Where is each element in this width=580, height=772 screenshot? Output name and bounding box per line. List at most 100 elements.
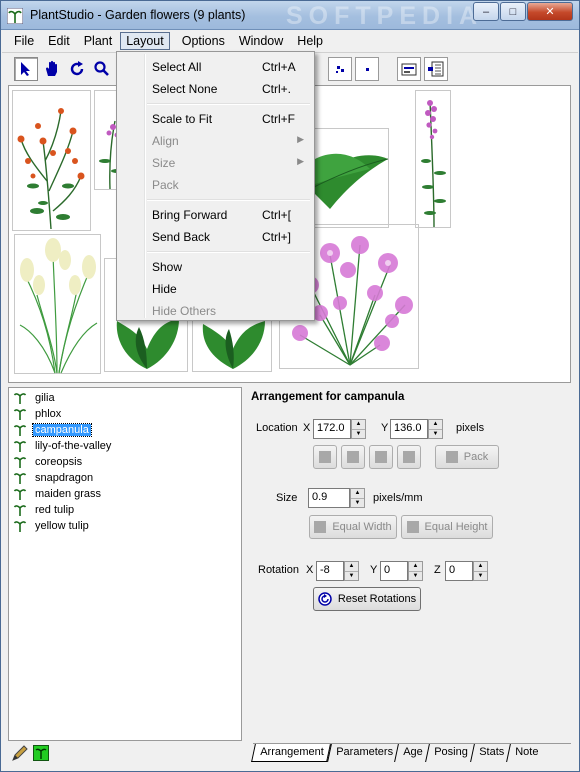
rotation-y-field[interactable]: 0 ▲ ▼ — [380, 561, 423, 581]
layout-menu-item-hide[interactable]: Hide — [119, 278, 312, 300]
plant-list-item[interactable]: phlox — [11, 406, 240, 422]
plant-list-item[interactable]: yellow tulip — [11, 518, 240, 534]
spin-up-icon[interactable]: ▲ — [352, 420, 365, 430]
minimize-button[interactable]: – — [473, 2, 499, 21]
close-icon: ✕ — [545, 6, 555, 18]
plant-icon — [13, 409, 27, 420]
tab-note[interactable]: Note — [505, 744, 544, 762]
pack-button[interactable]: Pack — [435, 445, 499, 469]
spin-down-icon[interactable]: ▼ — [474, 572, 487, 581]
pack-icon — [445, 451, 458, 463]
rotation-y-label: Y — [370, 564, 378, 576]
location-x-value: 172.0 — [317, 422, 345, 434]
layout-menu-item-hide-others[interactable]: Hide Others — [119, 300, 312, 322]
size-field[interactable]: 0.9 ▲ ▼ — [308, 488, 365, 508]
menu-options[interactable]: Options — [176, 32, 231, 50]
spin-down-icon[interactable]: ▼ — [409, 572, 422, 581]
spin-down-icon[interactable]: ▼ — [429, 430, 442, 439]
plant-list-item[interactable]: lily-of-the-valley — [11, 438, 240, 454]
plant-list-item[interactable]: coreopsis — [11, 454, 240, 470]
plant-list-item[interactable]: red tulip — [11, 502, 240, 518]
hand-tool-button[interactable] — [40, 57, 64, 81]
plantstudio-app-icon — [7, 8, 23, 24]
plant-list-item[interactable]: campanula — [11, 422, 240, 438]
rotation-x-spinner[interactable]: ▲ ▼ — [344, 561, 359, 581]
align-bottom-button[interactable] — [341, 445, 365, 469]
spin-up-icon[interactable]: ▲ — [345, 562, 358, 572]
view-small-button[interactable] — [328, 57, 352, 81]
reset-rotations-button[interactable]: Reset Rotations — [313, 587, 421, 611]
menu-separator — [147, 251, 310, 253]
menu-plant[interactable]: Plant — [78, 32, 119, 50]
tab-parameters[interactable]: Parameters — [326, 744, 399, 762]
layout-menu-item-show[interactable]: Show — [119, 256, 312, 278]
select-tool-button[interactable] — [14, 57, 38, 81]
plant-list-item[interactable]: snapdragon — [11, 470, 240, 486]
spin-down-icon[interactable]: ▼ — [352, 430, 365, 439]
plant-list-item[interactable]: maiden grass — [11, 486, 240, 502]
pencil-icon[interactable] — [11, 744, 29, 762]
plant-list-label: maiden grass — [35, 488, 102, 500]
tab-posing[interactable]: Posing — [425, 744, 474, 762]
menu-file[interactable]: File — [8, 32, 40, 50]
list-view-button[interactable] — [424, 57, 448, 81]
align-right-button[interactable] — [397, 445, 421, 469]
rotate-tool-button[interactable] — [65, 57, 89, 81]
equal-width-button[interactable]: Equal Width — [309, 515, 397, 539]
spin-up-icon[interactable]: ▲ — [351, 489, 364, 499]
menu-edit[interactable]: Edit — [42, 32, 76, 50]
layout-menu-item-scale-to-fit[interactable]: Scale to Fit Ctrl+F — [119, 108, 312, 130]
spin-up-icon[interactable]: ▲ — [429, 420, 442, 430]
tab-age[interactable]: Age — [394, 744, 429, 762]
layout-menu-item-size[interactable]: Size ▶ — [119, 152, 312, 174]
layout-menu-item-bring-forward[interactable]: Bring Forward Ctrl+[ — [119, 204, 312, 226]
spin-down-icon[interactable]: ▼ — [345, 572, 358, 581]
layout-menu-item-send-back[interactable]: Send Back Ctrl+] — [119, 226, 312, 248]
equal-height-button[interactable]: Equal Height — [401, 515, 493, 539]
size-spinner[interactable]: ▲ ▼ — [350, 488, 365, 508]
layout-menu-item-pack[interactable]: Pack — [119, 174, 312, 196]
align-left-button[interactable] — [369, 445, 393, 469]
list-view-icon — [428, 61, 444, 77]
rotation-z-spinner[interactable]: ▲ ▼ — [473, 561, 488, 581]
spin-up-icon[interactable]: ▲ — [409, 562, 422, 572]
spin-up-icon[interactable]: ▲ — [474, 562, 487, 572]
spin-down-icon[interactable]: ▼ — [351, 499, 364, 508]
align-top-button[interactable] — [313, 445, 337, 469]
plant-drawing-snapdragon[interactable] — [415, 90, 451, 228]
rotation-z-field[interactable]: 0 ▲ ▼ — [445, 561, 488, 581]
menu-window[interactable]: Window — [233, 32, 289, 50]
view-single-button[interactable] — [355, 57, 379, 81]
rotation-x-field[interactable]: -8 ▲ ▼ — [316, 561, 359, 581]
location-y-spinner[interactable]: ▲ ▼ — [428, 419, 443, 439]
close-button[interactable]: ✕ — [527, 2, 573, 21]
menu-layout[interactable]: Layout — [120, 31, 170, 50]
maximize-button[interactable]: □ — [500, 2, 526, 21]
title-bar[interactable]: PlantStudio - Garden flowers (9 plants) … — [1, 1, 579, 30]
plant-drawing-lily-of-the-valley[interactable] — [309, 128, 389, 228]
plant-drawing-maiden-grass[interactable] — [14, 234, 101, 374]
location-y-field[interactable]: 136.0 ▲ ▼ — [390, 419, 443, 439]
location-x-spinner[interactable]: ▲ ▼ — [351, 419, 366, 439]
tab-stats[interactable]: Stats — [469, 744, 510, 762]
panel-view-button[interactable] — [397, 57, 421, 81]
location-x-field[interactable]: 172.0 ▲ ▼ — [313, 419, 366, 439]
menu-help[interactable]: Help — [291, 32, 329, 50]
plant-list-item[interactable]: gilia — [11, 390, 240, 406]
pack-button-label: Pack — [463, 451, 489, 463]
layout-menu-item-select-all[interactable]: Select All Ctrl+A — [119, 56, 312, 78]
tab-arrangement[interactable]: Arrangement — [251, 744, 331, 762]
tab-posing-label: Posing — [434, 746, 468, 758]
new-plant-icon[interactable] — [33, 745, 49, 761]
rotation-y-spinner[interactable]: ▲ ▼ — [408, 561, 423, 581]
zoom-tool-button[interactable] — [90, 57, 114, 81]
plant-list[interactable]: gilia phlox campanula lily-of-the-valley cor… — [8, 387, 242, 741]
menu-bar: File Edit Plant Layout Options Window He… — [2, 30, 578, 51]
layout-menu-item-select-none[interactable]: Select None Ctrl+. — [119, 78, 312, 100]
layout-menu-item-align[interactable]: Align ▶ — [119, 130, 312, 152]
rotate-icon — [70, 61, 84, 76]
align-bottom-icon — [347, 451, 359, 463]
maiden-grass-plant-image — [19, 238, 98, 374]
plant-icon — [13, 393, 27, 404]
plant-drawing-gilia[interactable] — [12, 90, 91, 231]
